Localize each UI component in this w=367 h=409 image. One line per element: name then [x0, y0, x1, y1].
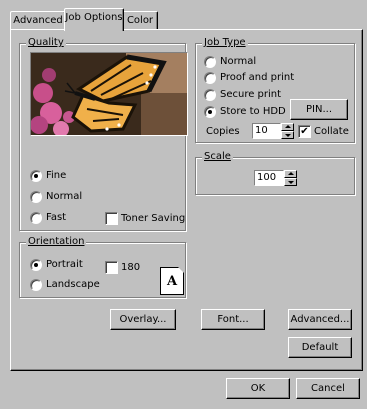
spinner-up-icon[interactable] [281, 123, 294, 131]
quality-fine-radio[interactable] [30, 170, 42, 182]
job-type-group-title: Job Type [202, 37, 248, 49]
scale-input[interactable]: 100 [254, 170, 284, 186]
ok-button[interactable]: OK [226, 378, 290, 399]
job-store-hdd-label: Store to HDD [220, 106, 286, 117]
printer-properties-dialog: Advanced Job Options Color Quality Fine … [0, 0, 367, 409]
butterfly-image [31, 53, 187, 135]
job-normal-radio[interactable] [204, 56, 216, 68]
advanced-button[interactable]: Advanced... [288, 309, 352, 330]
pin-button[interactable]: PIN... [290, 99, 348, 120]
portrait-radio[interactable] [30, 259, 42, 271]
job-options-panel: Quality Fine Normal Fast Toner Saving Jo… [10, 29, 363, 371]
cancel-button[interactable]: Cancel [296, 378, 360, 399]
spinner-down-icon[interactable] [284, 178, 297, 186]
default-button[interactable]: Default [288, 337, 352, 358]
toner-saving-checkbox[interactable] [105, 212, 118, 225]
job-normal-label: Normal [220, 56, 257, 67]
scale-group-title: Scale [202, 151, 233, 163]
quality-fast-label: Fast [46, 212, 67, 223]
orientation-group-title: Orientation [26, 236, 87, 248]
copies-spinner[interactable]: 10 [252, 123, 294, 139]
copies-label: Copies [206, 126, 240, 137]
tab-color[interactable]: Color [122, 11, 158, 30]
job-proof-radio[interactable] [204, 72, 216, 84]
scale-spinner[interactable]: 100 [254, 170, 297, 186]
tab-advanced[interactable]: Advanced [10, 11, 66, 30]
job-proof-label: Proof and print [220, 72, 295, 83]
landscape-radio[interactable] [30, 279, 42, 291]
job-store-hdd-radio[interactable] [204, 106, 216, 118]
scale-spinner-arrows[interactable] [284, 170, 297, 186]
collate-checkbox[interactable]: ✔ [298, 125, 311, 138]
scale-group: Scale 100 [195, 151, 355, 195]
collate-label: Collate [314, 126, 349, 137]
overlay-button[interactable]: Overlay... [110, 309, 176, 330]
job-secure-label: Secure print [220, 89, 282, 100]
spinner-up-icon[interactable] [284, 170, 297, 178]
landscape-label: Landscape [46, 279, 100, 290]
rotate-180-checkbox[interactable] [105, 261, 118, 274]
orientation-group: Orientation Portrait Landscape 180 A [19, 236, 186, 298]
butterfly-preview-image [30, 52, 188, 136]
portrait-label: Portrait [46, 259, 83, 270]
job-secure-radio[interactable] [204, 89, 216, 101]
quality-normal-label: Normal [46, 191, 83, 202]
font-button[interactable]: Font... [201, 309, 265, 330]
quality-normal-radio[interactable] [30, 191, 42, 203]
spinner-down-icon[interactable] [281, 131, 294, 139]
quality-fine-label: Fine [46, 170, 67, 181]
copies-input[interactable]: 10 [252, 123, 281, 139]
toner-saving-label: Toner Saving [121, 213, 186, 224]
page-portrait-icon: A [160, 267, 184, 295]
rotate-180-label: 180 [121, 262, 141, 273]
quality-group-title: Quality [26, 37, 66, 49]
job-type-group: Job Type Normal Proof and print Secure p… [195, 37, 355, 143]
copies-spinner-arrows[interactable] [281, 123, 294, 139]
quality-fast-radio[interactable] [30, 212, 42, 224]
tab-job-options[interactable]: Job Options [64, 8, 124, 31]
quality-group: Quality Fine Normal Fast Toner Saving [19, 37, 188, 231]
